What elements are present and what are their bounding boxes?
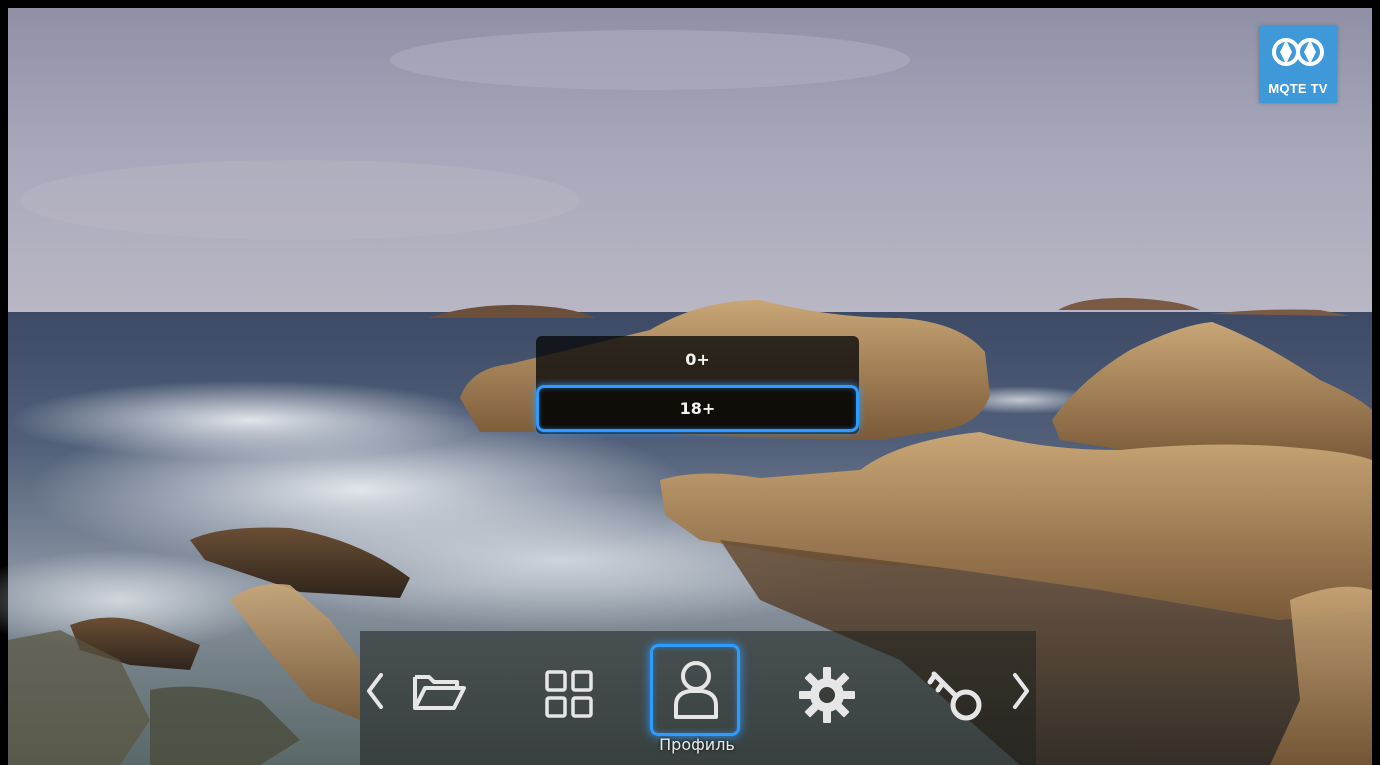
folder-open-icon [413,675,466,710]
nav-apps-button[interactable] [544,669,594,719]
nav-files-button[interactable] [410,671,468,713]
age-option-0plus[interactable]: 0+ [536,336,859,383]
nav-settings-button[interactable] [797,665,857,725]
nav-profile-button[interactable] [670,659,722,721]
logo-rings-icon [1272,38,1324,66]
chevron-left-icon [367,673,383,709]
nav-next-button[interactable] [1010,671,1032,715]
nav-focused-label: Профиль [659,735,735,754]
nav-key-button[interactable] [926,665,990,725]
gear-icon [799,667,855,723]
age-rating-menu: 0+ 18+ [536,336,859,434]
bottom-nav-bar: Профиль [360,631,1036,765]
key-icon [927,671,982,721]
age-option-18plus[interactable]: 18+ [536,385,859,432]
chevron-right-icon [1013,673,1029,709]
logo-text: MQTE TV [1268,81,1328,96]
grid-icon [545,670,593,718]
mqte-tv-logo: MQTE TV [1259,26,1337,103]
nav-prev-button[interactable] [364,671,386,715]
user-icon [674,661,718,719]
tv-screen: MQTE TV 0+ 18+ Профиль [0,0,1380,765]
